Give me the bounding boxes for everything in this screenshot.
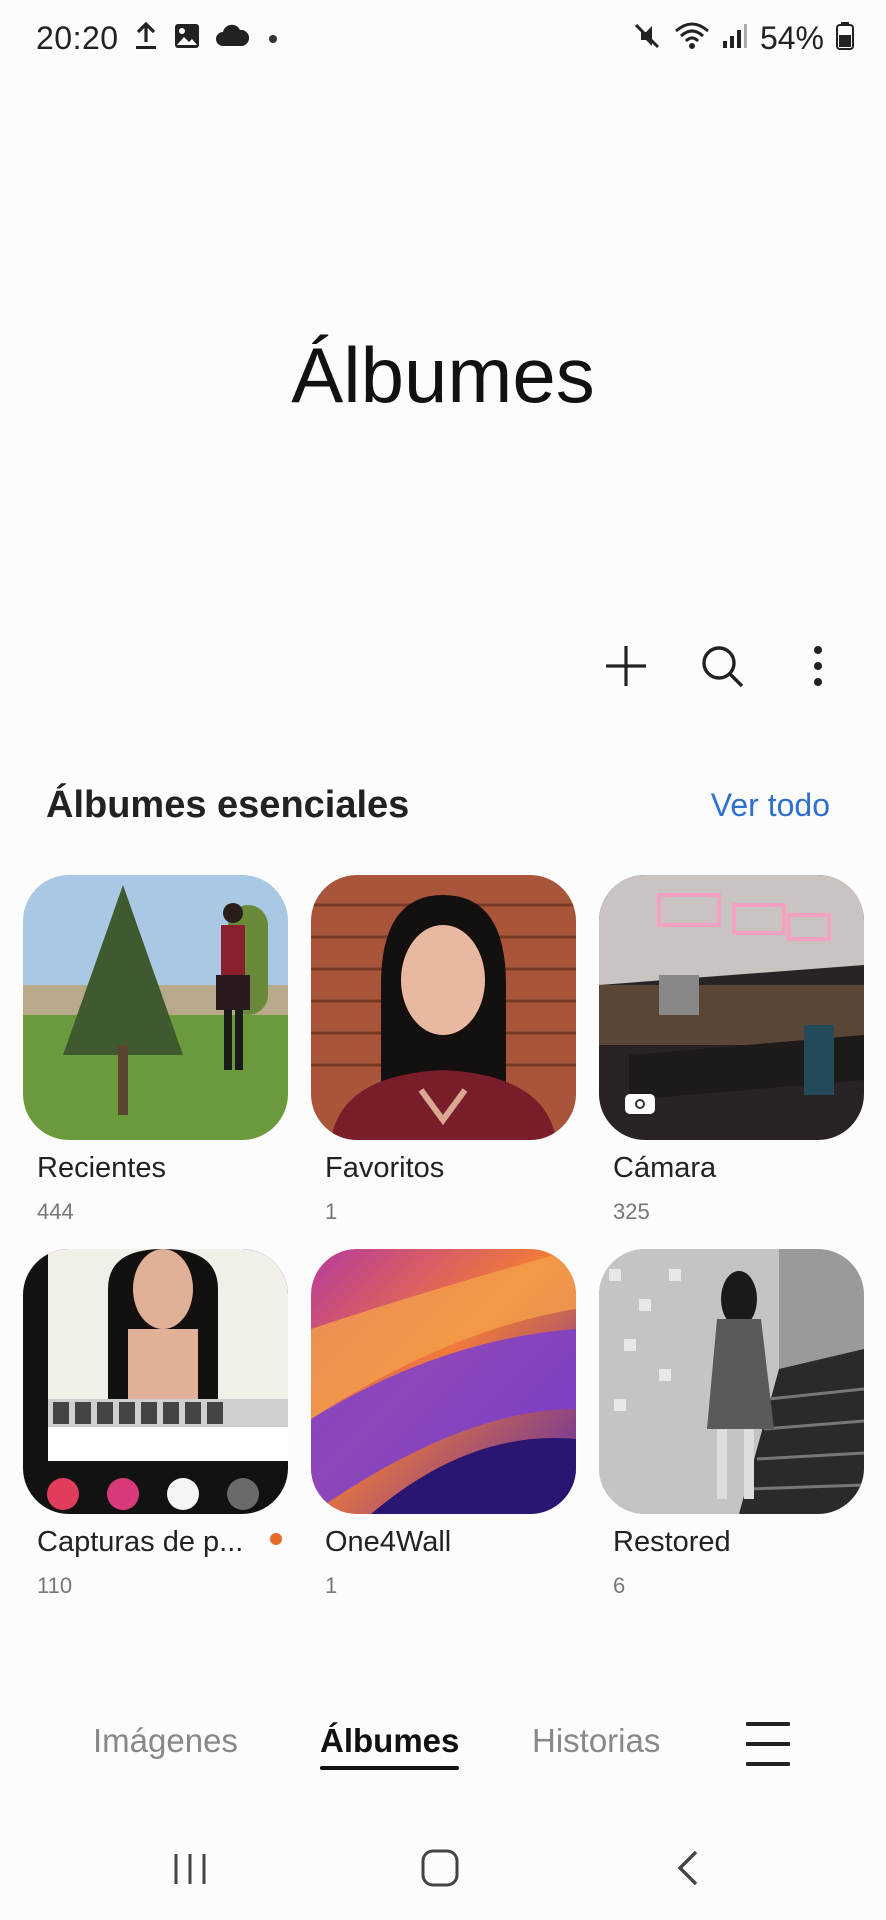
recent-apps-button[interactable] xyxy=(150,1830,230,1910)
album-thumbnail[interactable] xyxy=(311,875,576,1140)
upload-icon xyxy=(133,21,159,56)
home-button[interactable] xyxy=(400,1830,480,1910)
toolbar xyxy=(598,640,846,696)
tab-images[interactable]: Imágenes xyxy=(93,1722,238,1760)
album-one4wall[interactable]: One4Wall 1 xyxy=(311,1249,576,1599)
tab-albums-label: Álbumes xyxy=(320,1722,460,1759)
album-count: 110 xyxy=(37,1573,73,1598)
cloud-icon xyxy=(215,24,249,53)
status-bar: 20:20 54% xyxy=(0,0,886,86)
album-capturas[interactable]: Capturas de p... 110 xyxy=(23,1249,288,1599)
album-name: Restored xyxy=(613,1526,731,1558)
tab-albums[interactable]: Álbumes xyxy=(320,1722,460,1770)
album-favoritos[interactable]: Favoritos 1 xyxy=(311,875,576,1225)
new-content-badge xyxy=(270,1533,282,1545)
album-thumbnail[interactable] xyxy=(599,1249,864,1514)
album-thumbnail[interactable] xyxy=(23,1249,288,1514)
home-icon xyxy=(420,1848,460,1893)
search-icon xyxy=(699,643,745,694)
album-count: 325 xyxy=(613,1199,650,1224)
plus-icon xyxy=(603,643,649,694)
album-name: Favoritos xyxy=(325,1152,445,1184)
album-camara[interactable]: Cámara 325 xyxy=(599,875,864,1225)
notification-dot-icon xyxy=(268,34,277,43)
battery-icon xyxy=(836,22,854,55)
menu-button[interactable] xyxy=(746,1722,790,1766)
view-all-link[interactable]: Ver todo xyxy=(711,787,830,824)
more-options-button[interactable] xyxy=(790,640,846,696)
recent-apps-icon xyxy=(170,1848,210,1893)
album-thumbnail[interactable] xyxy=(311,1249,576,1514)
wifi-icon xyxy=(674,21,710,56)
album-name: One4Wall xyxy=(325,1526,452,1558)
album-count: 444 xyxy=(37,1199,74,1224)
clock: 20:20 xyxy=(36,20,119,56)
album-name: Recientes xyxy=(37,1152,166,1184)
system-navigation-bar xyxy=(0,1830,886,1910)
album-count: 1 xyxy=(325,1199,338,1224)
album-restored[interactable]: Restored 6 xyxy=(599,1249,864,1599)
tab-stories[interactable]: Historias xyxy=(532,1722,660,1760)
page-title: Álbumes xyxy=(291,331,595,419)
mute-icon xyxy=(632,21,662,56)
hamburger-icon-line xyxy=(746,1742,790,1746)
image-icon xyxy=(173,22,201,55)
active-tab-indicator xyxy=(320,1766,460,1770)
add-album-button[interactable] xyxy=(598,640,654,696)
signal-icon xyxy=(722,23,748,54)
hamburger-icon-line xyxy=(746,1762,790,1766)
album-count: 6 xyxy=(613,1573,626,1598)
back-icon xyxy=(672,1848,702,1893)
search-button[interactable] xyxy=(694,640,750,696)
album-thumbnail[interactable] xyxy=(23,875,288,1140)
section-header: Álbumes esenciales Ver todo xyxy=(46,780,830,830)
album-name: Cámara xyxy=(613,1152,717,1184)
bottom-tab-bar: Imágenes Álbumes Historias xyxy=(0,1708,886,1784)
album-recientes[interactable]: Recientes 444 xyxy=(23,875,288,1225)
album-count: 1 xyxy=(325,1573,338,1598)
hamburger-icon xyxy=(746,1722,790,1726)
battery-percentage: 54% xyxy=(759,20,824,56)
album-name: Capturas de p... xyxy=(37,1526,244,1558)
album-thumbnail[interactable] xyxy=(599,875,864,1140)
back-button[interactable] xyxy=(647,1830,727,1910)
section-title: Álbumes esenciales xyxy=(46,783,410,826)
camera-badge-icon xyxy=(625,1094,655,1114)
more-vert-icon xyxy=(812,644,824,693)
